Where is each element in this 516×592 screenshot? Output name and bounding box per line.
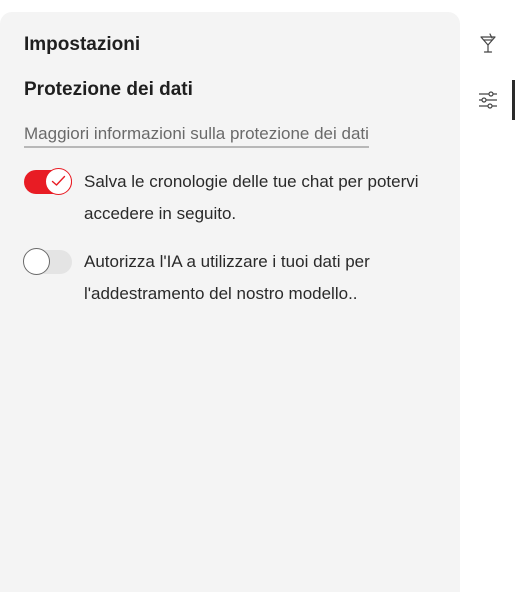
ai-training-label: Autorizza l'IA a utilizzare i tuoi dati …: [84, 252, 370, 303]
data-protection-info-link[interactable]: Maggiori informazioni sulla protezione d…: [24, 124, 369, 148]
cocktail-icon[interactable]: [476, 32, 500, 56]
sliders-icon[interactable]: [476, 88, 500, 112]
active-tab-indicator: [512, 80, 515, 120]
option-ai-training: Autorizza l'IA a utilizzare i tuoi dati …: [23, 248, 424, 310]
checkmark-icon: [51, 175, 66, 186]
section-title-data-protection: Protezione dei dati: [24, 79, 193, 100]
toggle-knob: [45, 168, 72, 195]
settings-panel: Impostazioni Protezione dei dati Maggior…: [0, 12, 460, 592]
ai-training-toggle[interactable]: [23, 248, 72, 275]
save-chat-history-label: Salva le cronologie delle tue chat per p…: [84, 172, 419, 223]
toggle-knob: [23, 248, 50, 275]
option-save-chat-history: Salva le cronologie delle tue chat per p…: [24, 168, 424, 230]
save-chat-history-toggle[interactable]: [24, 168, 72, 195]
settings-title: Impostazioni: [24, 34, 141, 55]
